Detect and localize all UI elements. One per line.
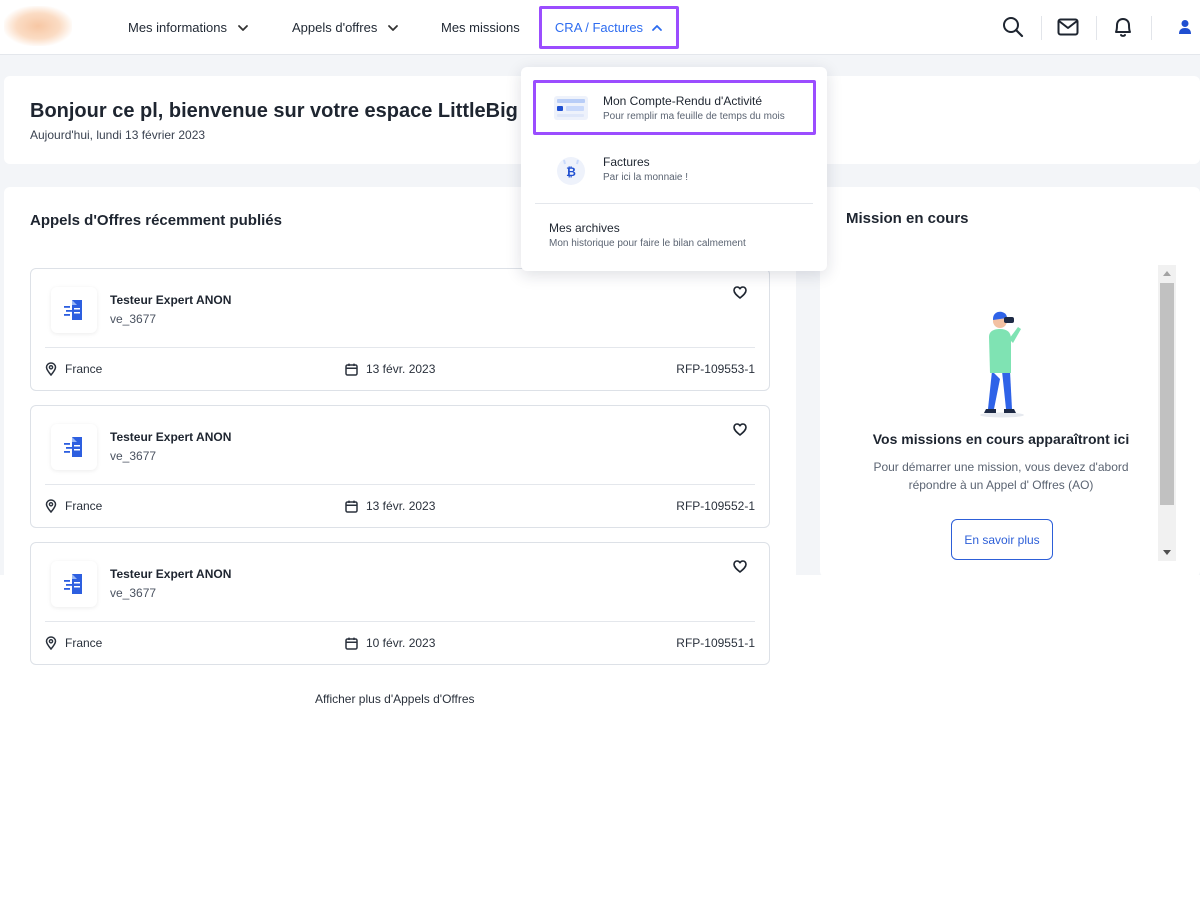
dropdown-item-subtitle: Par ici la monnaie ! (603, 172, 689, 183)
offer-location-text: France (65, 499, 103, 513)
offer-location: France (45, 499, 102, 513)
dropdown-item-subtitle: Mon historique pour faire le bilan calme… (549, 238, 746, 249)
dropdown-item-archives[interactable]: Mes archives Mon historique pour faire l… (521, 207, 827, 263)
mail-icon[interactable] (1055, 14, 1081, 40)
empty-state-text: Pour démarrer une mission, vous devez d'… (873, 460, 1129, 492)
scroll-down-arrow-icon[interactable] (1163, 550, 1171, 555)
calendar-icon (345, 500, 358, 513)
scrollbar-thumb[interactable] (1160, 283, 1174, 505)
dropdown-item-title: Mon Compte-Rendu d'Activité (603, 94, 763, 108)
person-binoculars-illustration (980, 311, 1024, 418)
chevron-up-icon (651, 22, 663, 34)
document-icon (51, 287, 97, 333)
offer-date: 13 févr. 2023 (345, 362, 435, 376)
dropdown-item-title: Factures (603, 155, 650, 169)
nav-label: Mes informations (128, 20, 227, 35)
current-date: Aujourd'hui, lundi 13 février 2023 (30, 128, 206, 142)
calendar-icon (345, 637, 358, 650)
dropdown-item-compte-rendu[interactable]: Mon Compte-Rendu d'Activité Pour remplir… (521, 80, 827, 135)
offer-location: France (45, 636, 102, 650)
chevron-down-icon (237, 22, 249, 34)
offer-card[interactable]: Testeur Expert ANON ve_3677 France 10 fé… (30, 542, 770, 665)
user-icon[interactable] (1172, 14, 1198, 40)
heart-icon[interactable] (733, 560, 749, 576)
offer-title: Testeur Expert ANON (110, 430, 232, 444)
divider (1151, 16, 1152, 40)
divider (535, 203, 813, 204)
offer-subtitle: ve_3677 (110, 586, 157, 600)
offer-location-text: France (65, 636, 103, 650)
dropdown-item-title: Mes archives (549, 221, 620, 235)
divider (45, 621, 755, 622)
offer-date: 10 févr. 2023 (345, 636, 435, 650)
offer-date-text: 13 févr. 2023 (366, 362, 436, 376)
heart-icon[interactable] (733, 286, 749, 302)
page-title: Bonjour ce pl, bienvenue sur votre espac… (30, 100, 530, 122)
learn-more-button[interactable]: En savoir plus (951, 519, 1053, 560)
scrollbar[interactable] (1158, 265, 1176, 561)
location-pin-icon (45, 499, 57, 513)
divider (45, 347, 755, 348)
invoice-icon: ₿ (551, 151, 591, 191)
divider (45, 484, 755, 485)
top-navigation-bar: Mes informations Appels d'offres Mes mis… (0, 0, 1200, 55)
bell-icon[interactable] (1110, 14, 1136, 40)
offer-location: France (45, 362, 102, 376)
offer-subtitle: ve_3677 (110, 312, 157, 326)
svg-text:₿: ₿ (566, 165, 576, 179)
mission-section-title: Mission en cours (846, 210, 969, 227)
location-pin-icon (45, 636, 57, 650)
dropdown-item-factures[interactable]: ₿ Factures Par ici la monnaie ! (521, 145, 827, 197)
document-icon (51, 424, 97, 470)
nav-label: Mes missions (441, 20, 520, 35)
search-icon[interactable] (1000, 14, 1026, 40)
heart-icon[interactable] (733, 423, 749, 439)
offer-reference: RFP-109552-1 (676, 499, 755, 513)
nav-mes-missions[interactable]: Mes missions (441, 0, 520, 55)
timesheet-icon (551, 88, 591, 128)
offers-section-title: Appels d'Offres récemment publiés (30, 212, 282, 229)
offer-card[interactable]: Testeur Expert ANON ve_3677 France 13 fé… (30, 268, 770, 391)
offer-reference: RFP-109551-1 (676, 636, 755, 650)
mission-panel: Mission en cours Vos missions en cours a… (820, 187, 1200, 577)
offer-date-text: 13 févr. 2023 (366, 499, 436, 513)
empty-state-title: Vos missions en cours apparaîtront ici (872, 431, 1130, 447)
scroll-up-arrow-icon[interactable] (1163, 271, 1171, 276)
offer-subtitle: ve_3677 (110, 449, 157, 463)
nav-mes-informations[interactable]: Mes informations (128, 0, 249, 55)
logo[interactable] (4, 6, 72, 46)
divider (1096, 16, 1097, 40)
nav-label: Appels d'offres (292, 20, 378, 35)
nav-appels-d-offres[interactable]: Appels d'offres (292, 0, 399, 55)
cra-factures-dropdown: Mon Compte-Rendu d'Activité Pour remplir… (521, 67, 827, 271)
offer-title: Testeur Expert ANON (110, 293, 232, 307)
offer-date-text: 10 févr. 2023 (366, 636, 436, 650)
dropdown-item-subtitle: Pour remplir ma feuille de temps du mois (603, 111, 785, 122)
show-more-offers-link[interactable]: Afficher plus d'Appels d'Offres (315, 692, 475, 706)
nav-label: CRA / Factures (554, 20, 644, 35)
offer-title: Testeur Expert ANON (110, 567, 232, 581)
calendar-icon (345, 363, 358, 376)
location-pin-icon (45, 362, 57, 376)
document-icon (51, 561, 97, 607)
nav-cra-factures[interactable]: CRA / Factures (539, 6, 679, 49)
chevron-down-icon (387, 22, 399, 34)
offer-location-text: France (65, 362, 103, 376)
offer-date: 13 févr. 2023 (345, 499, 435, 513)
offer-card[interactable]: Testeur Expert ANON ve_3677 France 13 fé… (30, 405, 770, 528)
divider (1041, 16, 1042, 40)
offer-reference: RFP-109553-1 (676, 362, 755, 376)
